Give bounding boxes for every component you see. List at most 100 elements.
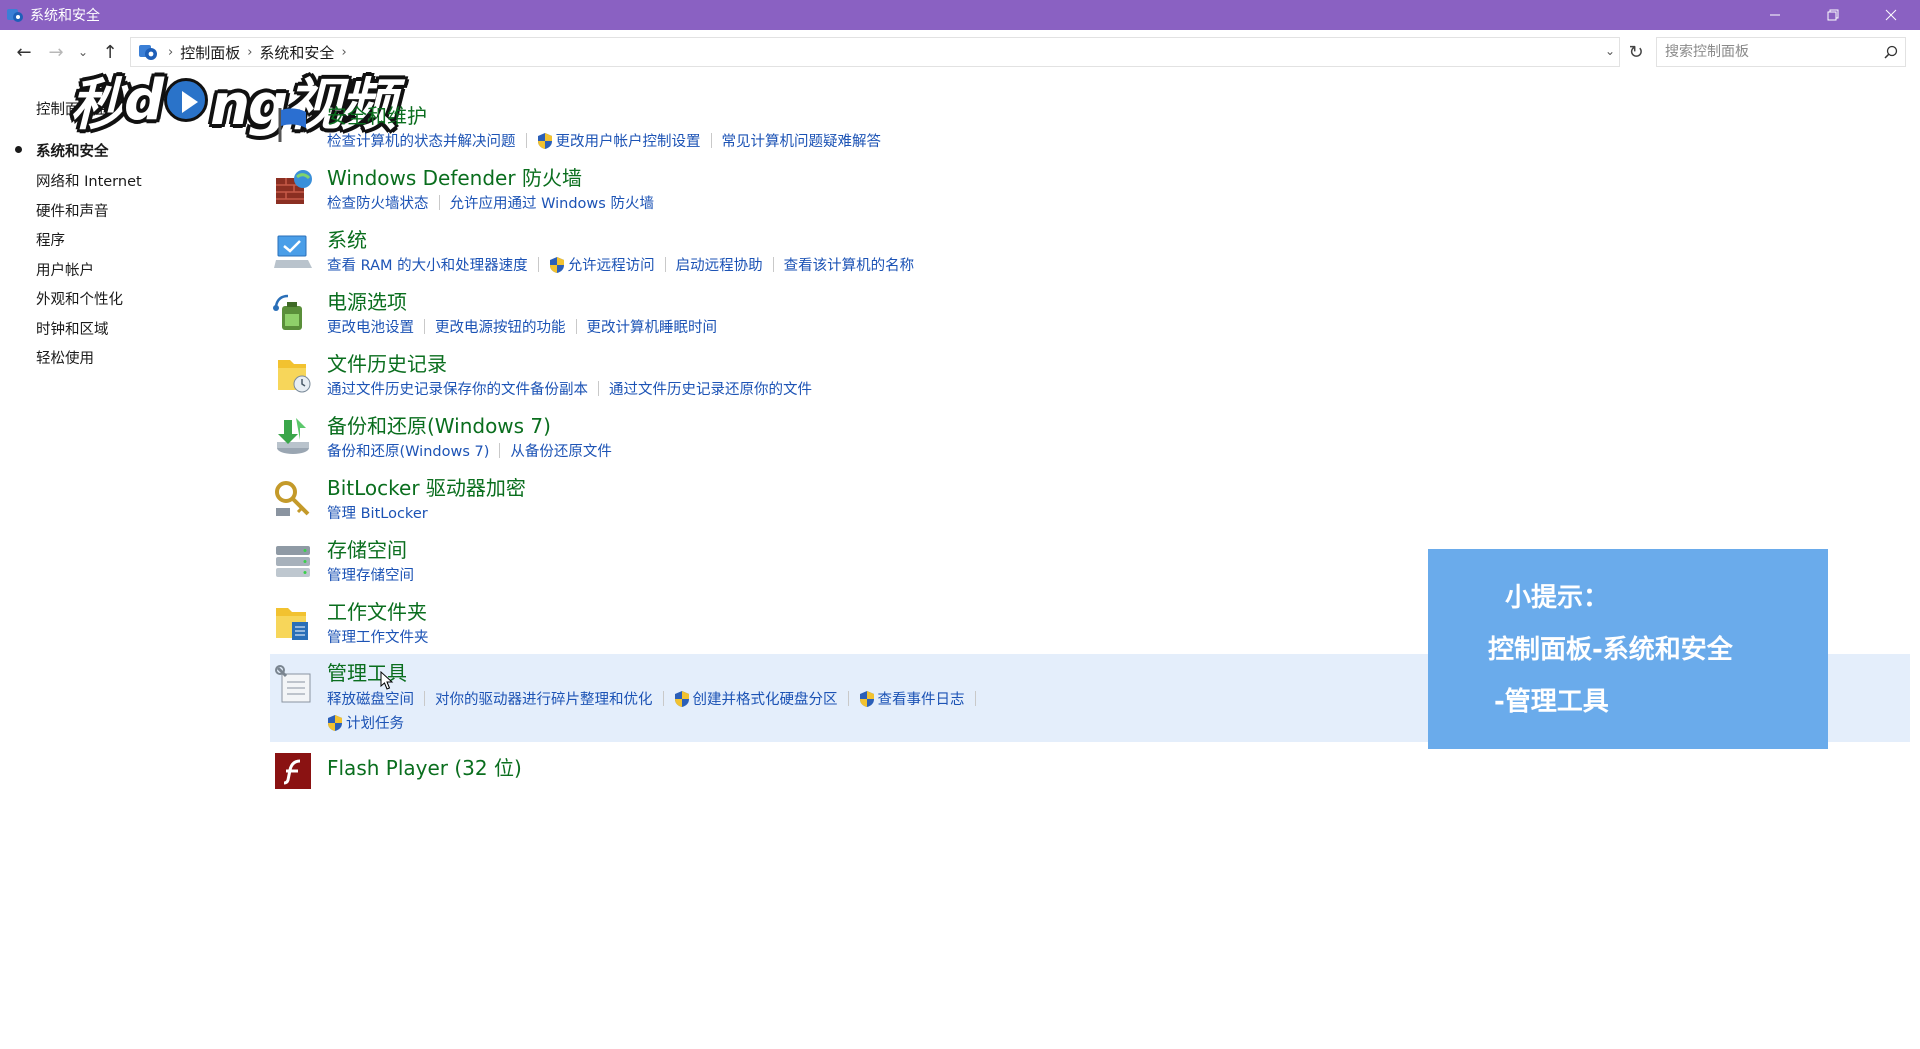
- sidebar-item-programs[interactable]: 程序: [36, 229, 65, 250]
- chevron-right-icon[interactable]: ›: [247, 45, 252, 60]
- file-history-icon[interactable]: [272, 354, 314, 396]
- link-restore-files[interactable]: 通过文件历史记录还原你的文件: [609, 378, 812, 399]
- address-dropdown-icon[interactable]: ⌄: [1605, 44, 1615, 58]
- sidebar-item-clock-region[interactable]: 时钟和区域: [36, 318, 109, 339]
- mouse-cursor-icon: [380, 671, 394, 690]
- power-options-icon[interactable]: [272, 292, 314, 334]
- link-manage-work-folders[interactable]: 管理工作文件夹: [327, 626, 429, 647]
- category-firewall: Windows Defender 防火墙 检查防火墙状态 允许应用通过 Wind…: [268, 158, 1908, 220]
- category-links: 管理工作文件夹: [327, 626, 429, 647]
- backup-restore-icon[interactable]: [272, 416, 314, 458]
- sidebar-item-ease-of-access[interactable]: 轻松使用: [36, 347, 94, 368]
- refresh-icon: ↻: [1628, 41, 1644, 63]
- link-divider: [598, 381, 599, 396]
- minimize-icon: [1770, 14, 1780, 16]
- chevron-right-icon[interactable]: ›: [341, 45, 346, 60]
- link-defragment[interactable]: 对你的驱动器进行碎片整理和优化: [435, 688, 653, 709]
- category-title[interactable]: 备份和还原(Windows 7): [327, 410, 551, 439]
- storage-spaces-icon[interactable]: [272, 540, 314, 582]
- category-bitlocker: BitLocker 驱动器加密 管理 BitLocker: [268, 468, 1908, 530]
- link-divider: [424, 691, 425, 706]
- category-title[interactable]: Windows Defender 防火墙: [327, 162, 582, 191]
- link-divider: [525, 133, 527, 148]
- window-title: 系统和安全: [30, 8, 100, 24]
- admin-tools-icon[interactable]: [274, 664, 316, 706]
- category-title[interactable]: 电源选项: [327, 286, 407, 315]
- category-links: 通过文件历史记录保存你的文件备份副本 通过文件历史记录还原你的文件: [327, 378, 812, 399]
- system-icon[interactable]: [272, 230, 314, 272]
- link-sleep-time[interactable]: 更改计算机睡眠时间: [587, 316, 718, 337]
- uac-shield-icon: [328, 714, 342, 731]
- link-backup-restore-win7[interactable]: 备份和还原(Windows 7): [327, 440, 489, 461]
- minimize-button[interactable]: [1746, 0, 1804, 30]
- link-restore-from-backup[interactable]: 从备份还原文件: [510, 440, 612, 461]
- flag-icon[interactable]: [272, 104, 314, 146]
- category-title[interactable]: 管理工具: [327, 657, 407, 686]
- category-title[interactable]: 文件历史记录: [327, 348, 447, 377]
- link-uac-settings[interactable]: 更改用户帐户控制设置: [537, 130, 701, 151]
- link-divider: [974, 691, 976, 706]
- link-manage-storage-spaces[interactable]: 管理存储空间: [327, 564, 414, 585]
- arrow-left-icon: ←: [16, 41, 32, 63]
- search-input[interactable]: [1657, 39, 1877, 65]
- work-folders-icon[interactable]: [272, 602, 314, 644]
- tip-path: 控制面板-系统和安全: [1488, 635, 1733, 665]
- category-title[interactable]: 安全和维护: [327, 100, 427, 129]
- category-title[interactable]: 存储空间: [327, 534, 407, 563]
- link-disk-cleanup[interactable]: 释放磁盘空间: [327, 688, 414, 709]
- link-power-button[interactable]: 更改电源按钮的功能: [435, 316, 566, 337]
- category-title[interactable]: 工作文件夹: [327, 596, 427, 625]
- link-check-status[interactable]: 检查计算机的状态并解决问题: [327, 130, 516, 151]
- link-divider: [575, 319, 577, 334]
- category-security-maintenance: 安全和维护 检查计算机的状态并解决问题 更改用户帐户控制设置 常见计算机问题疑难…: [268, 96, 1908, 158]
- sidebar-item-system-security[interactable]: 系统和安全: [36, 140, 109, 161]
- link-firewall-status[interactable]: 检查防火墙状态: [327, 192, 429, 213]
- sidebar-item-network-internet[interactable]: 网络和 Internet: [36, 170, 142, 191]
- chevron-down-icon: ⌄: [77, 45, 89, 59]
- sidebar-item-appearance[interactable]: 外观和个性化: [36, 288, 123, 309]
- link-divider: [424, 319, 425, 334]
- tip-overlay: 小提示： 控制面板-系统和安全 -管理工具: [1428, 549, 1828, 749]
- firewall-icon[interactable]: [272, 168, 314, 210]
- restore-button[interactable]: [1804, 0, 1862, 30]
- link-manage-bitlocker[interactable]: 管理 BitLocker: [327, 502, 428, 523]
- uac-shield-icon: [549, 256, 564, 273]
- link-allow-remote-access[interactable]: 允许远程访问: [549, 254, 655, 275]
- link-divider: [662, 691, 664, 706]
- link-divider: [710, 133, 712, 148]
- active-bullet-icon: [15, 146, 22, 153]
- close-button[interactable]: [1862, 0, 1920, 30]
- uac-shield-icon: [859, 690, 874, 707]
- refresh-button[interactable]: ↻: [1622, 38, 1650, 66]
- category-title[interactable]: 系统: [327, 224, 367, 253]
- flash-player-icon[interactable]: [272, 750, 314, 792]
- category-title[interactable]: BitLocker 驱动器加密: [327, 472, 526, 501]
- tip-path-cont: -管理工具: [1494, 687, 1609, 717]
- link-remote-assistance[interactable]: 启动远程协助: [676, 254, 763, 275]
- link-view-ram-cpu[interactable]: 查看 RAM 的大小和处理器速度: [327, 254, 528, 275]
- search-box[interactable]: [1656, 37, 1906, 67]
- category-power-options: 电源选项 更改电池设置 更改电源按钮的功能 更改计算机睡眠时间: [268, 282, 1908, 344]
- link-battery-settings[interactable]: 更改电池设置: [327, 316, 414, 337]
- link-computer-name[interactable]: 查看该计算机的名称: [784, 254, 915, 275]
- back-button[interactable]: ←: [8, 36, 40, 68]
- uac-shield-icon: [537, 132, 552, 149]
- category-system: 系统 查看 RAM 的大小和处理器速度 允许远程访问 启动远程协助 查看该计算机…: [268, 220, 1908, 282]
- link-save-backup-copy[interactable]: 通过文件历史记录保存你的文件备份副本: [327, 378, 588, 399]
- search-icon[interactable]: [1877, 45, 1905, 59]
- bitlocker-icon[interactable]: [272, 478, 314, 520]
- link-divider: [537, 257, 539, 272]
- link-scheduled-tasks[interactable]: 计划任务: [327, 712, 404, 733]
- link-create-format-partition[interactable]: 创建并格式化硬盘分区: [674, 688, 838, 709]
- sidebar-item-user-accounts[interactable]: 用户帐户: [36, 259, 94, 280]
- category-flash-player: Flash Player (32 位): [268, 744, 1908, 794]
- forward-button[interactable]: →: [40, 36, 72, 68]
- title-bar: 系统和安全: [0, 0, 1920, 30]
- category-links: 管理存储空间: [327, 564, 414, 585]
- link-view-event-logs[interactable]: 查看事件日志: [859, 688, 965, 709]
- category-backup-restore: 备份和还原(Windows 7) 备份和还原(Windows 7) 从备份还原文…: [268, 406, 1908, 468]
- sidebar-item-hardware-sound[interactable]: 硬件和声音: [36, 200, 109, 221]
- link-troubleshoot[interactable]: 常见计算机问题疑难解答: [722, 130, 882, 151]
- link-allow-app-firewall[interactable]: 允许应用通过 Windows 防火墙: [450, 192, 654, 213]
- category-title[interactable]: Flash Player (32 位): [327, 752, 522, 781]
